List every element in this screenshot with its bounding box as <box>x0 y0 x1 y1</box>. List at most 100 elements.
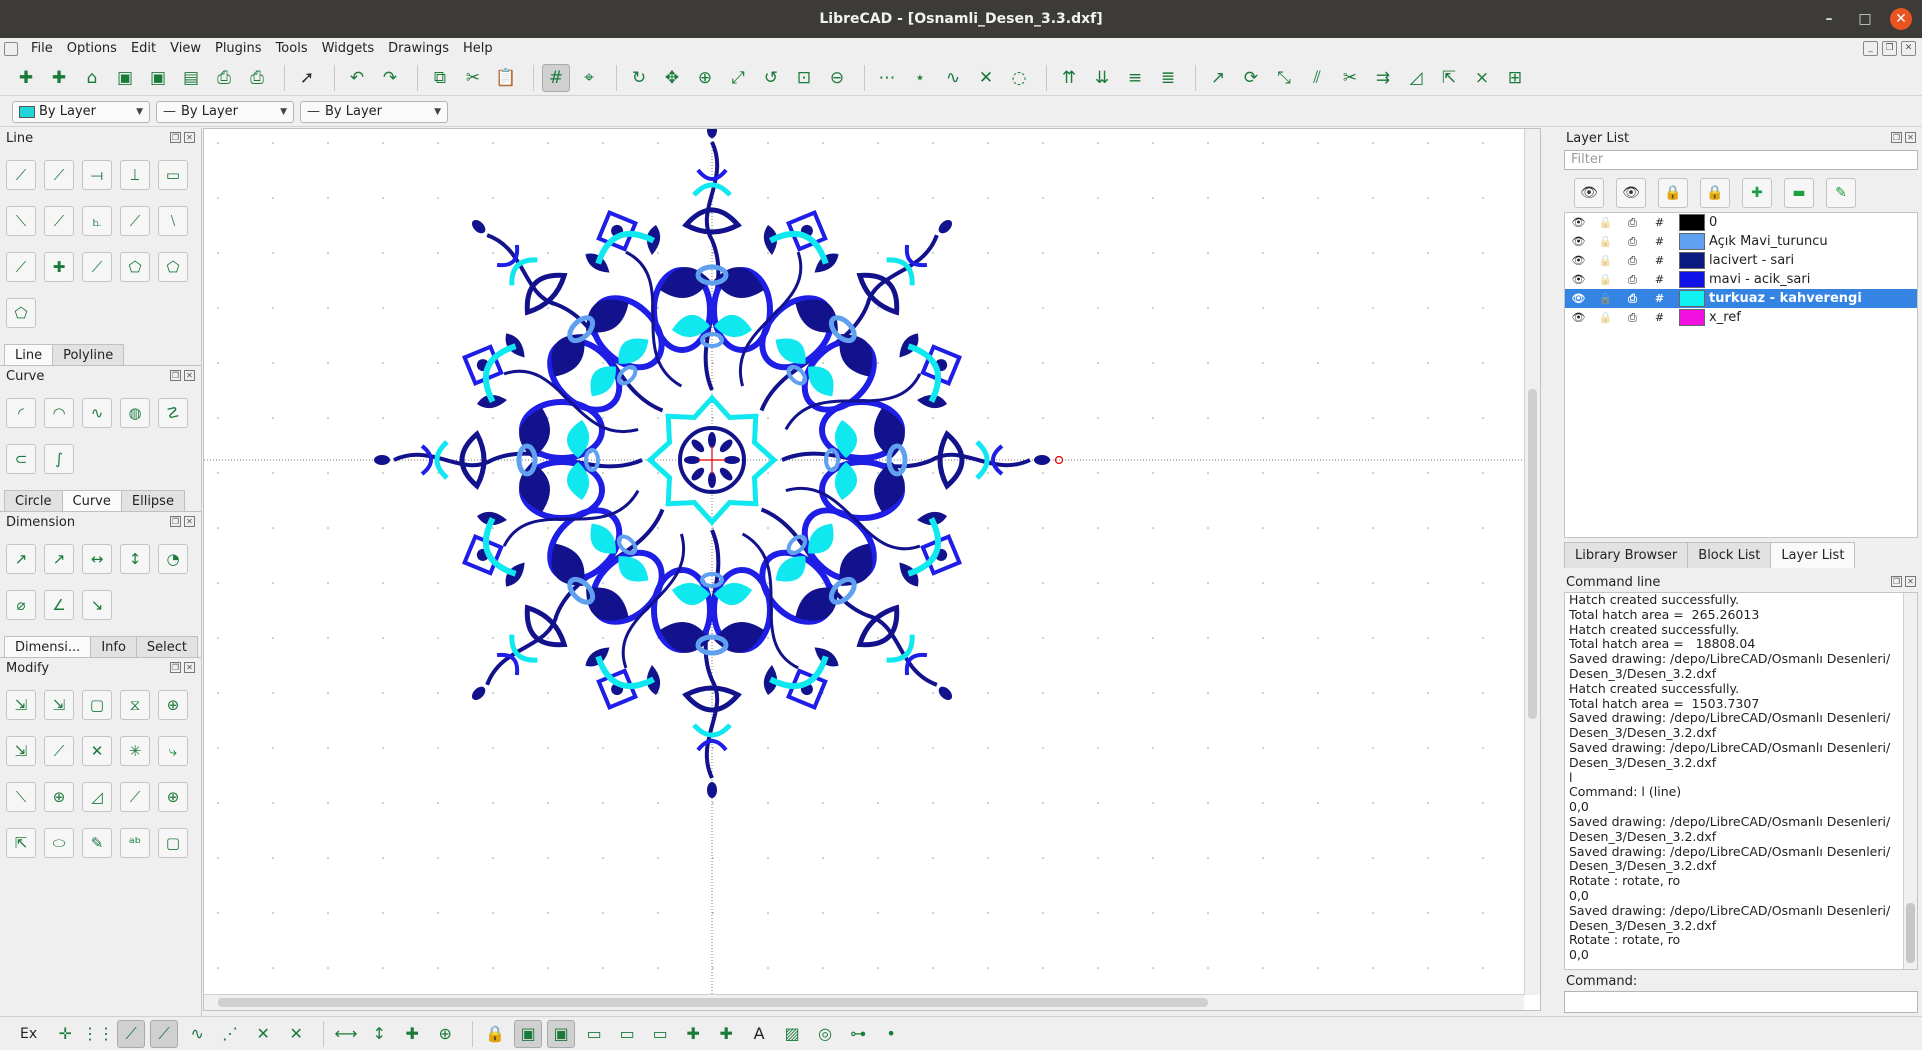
camera-icon[interactable]: ◎ <box>811 1020 839 1048</box>
view4-icon[interactable]: ▭ <box>613 1020 641 1048</box>
menu-help[interactable]: Help <box>456 38 500 60</box>
tab-layer-list[interactable]: Layer List <box>1770 542 1856 568</box>
bevel-icon[interactable]: ◿ <box>1402 64 1430 92</box>
dim-angular-icon[interactable]: ∠ <box>44 590 74 620</box>
explode-icon[interactable]: ⨯ <box>1468 64 1496 92</box>
redo-icon[interactable]: ↷ <box>376 64 404 92</box>
snap-intersection-icon[interactable]: ✕ <box>972 64 1000 92</box>
layer-row[interactable]: 👁 🔒 ⎙ #0 <box>1565 213 1917 232</box>
cut-icon[interactable]: ✂ <box>459 64 487 92</box>
scale-icon[interactable]: ⤡ <box>1270 64 1298 92</box>
tab-select[interactable]: Select <box>135 636 199 657</box>
polygon-icon[interactable]: ⬠ <box>6 298 36 328</box>
unlock-all-icon[interactable]: 🔒 <box>1658 178 1688 208</box>
arc-3points-icon[interactable]: ◠ <box>44 398 74 428</box>
offset-icon[interactable]: ⤷ <box>158 736 188 766</box>
line-snap-icon[interactable]: ⟋ <box>82 252 112 282</box>
revert-icon[interactable]: ▢ <box>158 828 188 858</box>
hide-all-icon[interactable]: 👁 <box>1616 178 1646 208</box>
construction-icon[interactable]: # <box>1646 273 1673 286</box>
new-icon[interactable]: ✚ <box>12 64 40 92</box>
print-icon[interactable]: ⎙ <box>1619 216 1646 230</box>
order-bottom-icon[interactable]: ⇊ <box>1088 64 1116 92</box>
visibility-icon[interactable]: 👁 <box>1565 216 1592 229</box>
line-angle-icon[interactable]: ⟋ <box>44 160 74 190</box>
menu-widgets[interactable]: Widgets <box>315 38 382 60</box>
hatch-icon[interactable]: ▨ <box>778 1020 806 1048</box>
lock-relative-zero-icon[interactable]: 🔒 <box>481 1020 509 1048</box>
tab-info[interactable]: Info <box>90 636 137 657</box>
scroll-thumb[interactable] <box>218 998 1208 1007</box>
lock-icon[interactable]: 🔒 <box>1592 216 1619 229</box>
float-icon[interactable]: ❐ <box>170 370 181 381</box>
print-icon[interactable]: ⎙ <box>1619 292 1646 306</box>
zoom-previous-icon[interactable]: ↺ <box>757 64 785 92</box>
dim-vertical-icon[interactable]: ↕ <box>120 544 150 574</box>
view5-icon[interactable]: ▭ <box>646 1020 674 1048</box>
line-tangent-icon[interactable]: ⟋ <box>44 206 74 236</box>
snap-grid-icon[interactable]: ⋮⋮ <box>82 1020 114 1048</box>
zoom-pan-icon[interactable]: ✥ <box>658 64 686 92</box>
dim-leader-icon[interactable]: ↘ <box>82 590 112 620</box>
maximize-icon[interactable]: □ <box>1854 8 1876 30</box>
app-icon[interactable] <box>4 42 18 56</box>
line-freehand-icon[interactable]: ⟋ <box>6 252 36 282</box>
close-icon[interactable]: ✕ <box>1905 132 1916 143</box>
restrict-horizontal-icon[interactable]: ⟷ <box>332 1020 360 1048</box>
mdi-close-icon[interactable]: ✕ <box>1901 41 1916 56</box>
snap-exclusive-label[interactable]: Ex <box>20 1026 37 1042</box>
copy-icon[interactable]: ⧉ <box>426 64 454 92</box>
print-icon[interactable]: ⎙ <box>1619 235 1646 249</box>
snap-middle-icon[interactable]: ⋆ <box>906 64 934 92</box>
relative-zero-icon[interactable]: ⊕ <box>431 1020 459 1048</box>
line-vertical-icon[interactable]: ⟘ <box>120 160 150 190</box>
dim-aligned-icon[interactable]: ↗ <box>6 544 36 574</box>
block-add-icon[interactable]: ✚ <box>679 1020 707 1048</box>
mdi-minimize-icon[interactable]: _ <box>1863 41 1878 56</box>
save-icon[interactable]: ▣ <box>111 64 139 92</box>
stretch-icon[interactable]: ⟋ <box>120 782 150 812</box>
delete-icon[interactable]: ᵃᵇ <box>120 828 150 858</box>
text-icon[interactable]: A <box>745 1020 773 1048</box>
trim2-icon[interactable]: ✕ <box>82 736 112 766</box>
trim-icon[interactable]: ✂ <box>1336 64 1364 92</box>
link-icon[interactable]: ⊶ <box>844 1020 872 1048</box>
rotate2-icon[interactable]: ⇲ <box>6 736 36 766</box>
save-as-icon[interactable]: ▣ <box>144 64 172 92</box>
show-all-icon[interactable]: 👁 <box>1574 178 1604 208</box>
construction-icon[interactable]: # <box>1646 216 1673 229</box>
zoom-out-icon[interactable]: ⊖ <box>823 64 851 92</box>
close-icon[interactable]: ✕ <box>184 132 195 143</box>
vertical-scrollbar[interactable] <box>1903 593 1917 969</box>
order-raise-icon[interactable]: ≡ <box>1121 64 1149 92</box>
snap-endpoint-icon[interactable]: ⟋ <box>117 1019 146 1048</box>
lock-icon[interactable]: 🔒 <box>1592 292 1619 305</box>
snap-free-icon[interactable]: ◌ <box>1005 64 1033 92</box>
menu-plugins[interactable]: Plugins <box>208 38 269 60</box>
snap-intersection-icon[interactable]: ✕ <box>282 1020 310 1048</box>
visibility-icon[interactable]: 👁 <box>1565 273 1592 286</box>
menu-edit[interactable]: Edit <box>124 38 163 60</box>
close-icon[interactable]: ✕ <box>184 370 195 381</box>
menu-file[interactable]: File <box>24 38 60 60</box>
restrict-orthogonal-icon[interactable]: ✚ <box>398 1020 426 1048</box>
visibility-icon[interactable]: 👁 <box>1565 235 1592 248</box>
move-icon[interactable]: ↗ <box>1204 64 1232 92</box>
construction-icon[interactable]: # <box>1646 254 1673 267</box>
tab-dimensi[interactable]: Dimensi... <box>4 636 92 657</box>
layer-row[interactable]: 👁 🔒 ⎙ # lacivert - sari <box>1565 251 1917 270</box>
tab-block-list[interactable]: Block List <box>1687 542 1772 568</box>
dim-radial-icon[interactable]: ◔ <box>158 544 188 574</box>
snap-distance-icon[interactable]: ∿ <box>939 64 967 92</box>
close-icon[interactable]: ✕ <box>184 516 195 527</box>
arc-tangent-icon[interactable]: ∿ <box>82 398 112 428</box>
print-icon[interactable]: ⎙ <box>210 64 238 92</box>
line-relative-angle-icon[interactable]: ⟋ <box>120 206 150 236</box>
float-icon[interactable]: ❐ <box>170 132 181 143</box>
add-layer-icon[interactable]: ✚ <box>1742 178 1772 208</box>
zoom-window-icon[interactable]: ⊡ <box>790 64 818 92</box>
select-pointer-icon[interactable]: ➚ <box>293 64 321 92</box>
construction-icon[interactable]: # <box>1646 311 1673 324</box>
attributes-icon[interactable]: ⇱ <box>6 828 36 858</box>
draft-icon[interactable]: ⌖ <box>575 64 603 92</box>
